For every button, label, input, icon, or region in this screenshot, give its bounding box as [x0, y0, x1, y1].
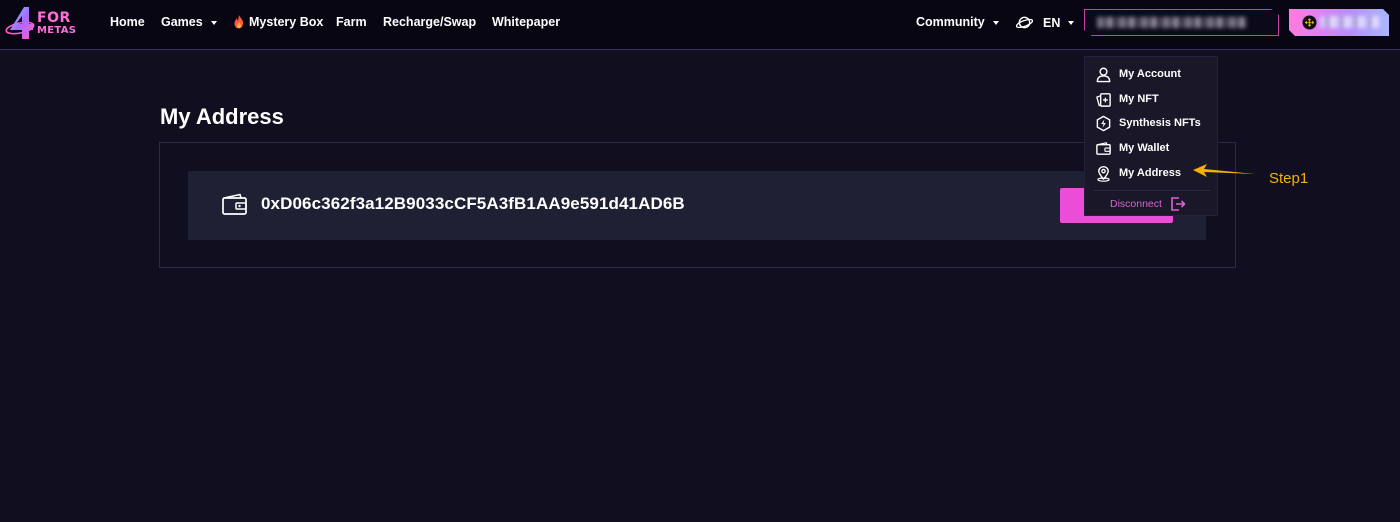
wallet-address-text: 0xD06c362f3a12B9033cCF5A3fB1AA9e591d41AD… [261, 194, 685, 213]
logout-icon [1171, 197, 1186, 211]
menu-item-label: My Wallet [1119, 142, 1170, 154]
nav-whitepaper[interactable]: Whitepaper [492, 15, 560, 29]
fire-icon [234, 15, 243, 29]
blurred-balance [1320, 16, 1380, 28]
menu-item-my-account[interactable]: My Account [1095, 64, 1181, 84]
chevron-down-icon [992, 20, 999, 25]
menu-item-my-wallet[interactable]: My Wallet [1095, 138, 1169, 158]
token-balance-button[interactable] [1289, 9, 1389, 36]
nav-games[interactable]: Games [161, 15, 217, 29]
account-dropdown-menu: My Account My NFT Synthesis NFTs My Wall… [1084, 56, 1218, 216]
4formetas-logo[interactable]: FOR METAS [4, 4, 82, 44]
synthesis-bolt-icon [1096, 115, 1111, 131]
nav-farm-label: Farm [336, 15, 367, 29]
nav-community-label: Community [916, 15, 985, 29]
blurred-account-address [1097, 17, 1247, 28]
menu-item-my-address[interactable]: My Address [1095, 163, 1181, 183]
menu-item-synthesis-nfts[interactable]: Synthesis NFTs [1095, 113, 1201, 133]
annotation-arrow-icon [1193, 164, 1255, 177]
nav-recharge-swap[interactable]: Recharge/Swap [383, 15, 476, 29]
nav-whitepaper-label: Whitepaper [492, 15, 561, 29]
nft-cards-icon [1096, 92, 1111, 107]
nav-home[interactable]: Home [110, 15, 145, 29]
menu-item-label: My Account [1119, 68, 1181, 80]
nav-games-label: Games [161, 15, 203, 29]
menu-item-label: Synthesis NFTs [1119, 117, 1201, 129]
disconnect-button[interactable]: Disconnect [1110, 194, 1186, 214]
menu-item-label: My Address [1119, 167, 1181, 179]
chevron-down-icon [1068, 21, 1075, 25]
top-navigation-bar: FOR METAS Home Games Mystery Box Farm Re… [0, 0, 1400, 50]
globe-icon [1016, 16, 1033, 29]
nav-farm[interactable]: Farm [336, 15, 367, 29]
menu-item-label: My NFT [1119, 93, 1159, 105]
menu-item-my-nft[interactable]: My NFT [1095, 89, 1159, 109]
page-title: My Address [160, 104, 284, 129]
chevron-down-icon [210, 20, 217, 25]
annotation-step-label: Step1 [1269, 170, 1309, 187]
logo-text-metas: METAS [37, 25, 77, 36]
account-address-button[interactable] [1084, 9, 1279, 36]
nav-mystery-box-label: Mystery Box [249, 15, 324, 29]
nav-home-label: Home [110, 15, 145, 29]
bnb-token-icon [1302, 15, 1317, 30]
nav-mystery-box[interactable]: Mystery Box [233, 15, 323, 29]
disconnect-label: Disconnect [1110, 198, 1162, 210]
wallet-icon [1096, 141, 1111, 155]
language-selector[interactable]: EN [1016, 14, 1075, 31]
user-icon [1096, 67, 1111, 82]
location-pin-icon [1097, 165, 1110, 182]
wallet-icon [222, 193, 247, 215]
menu-divider [1093, 190, 1211, 191]
language-label: EN [1043, 15, 1061, 30]
nav-community[interactable]: Community [916, 15, 999, 29]
logo-text-for: FOR [37, 10, 71, 26]
nav-recharge-swap-label: Recharge/Swap [383, 15, 477, 29]
